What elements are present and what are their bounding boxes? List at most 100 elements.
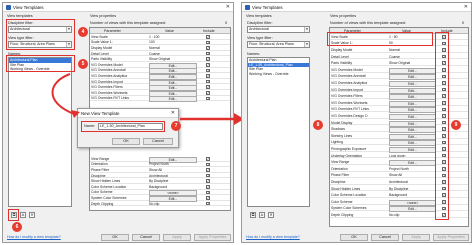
new-ok-button[interactable]: OK: [112, 138, 140, 145]
list-item[interactable]: Working Views - Override: [248, 72, 309, 77]
param-cell: Display Model: [331, 47, 353, 52]
param-cell: V/G Overrides Design O: [331, 113, 368, 118]
value-cell[interactable]: Coarse: [149, 52, 197, 56]
table-row[interactable]: V/G Overrides RVT Links Edit... ✓: [90, 96, 230, 103]
include-checkbox[interactable]: ✓: [206, 190, 210, 195]
right-apply-button[interactable]: Apply: [402, 234, 430, 241]
rename-icon[interactable]: A: [20, 212, 26, 218]
value-cell[interactable]: By Discipline: [389, 187, 436, 191]
param-cell: Show Hidden Lines: [331, 186, 361, 191]
delete-icon[interactable]: ✕: [268, 212, 274, 218]
left-assigned-value: 0: [225, 21, 228, 25]
include-checkbox[interactable]: ✓: [206, 68, 210, 73]
right-apply-properties-button[interactable]: Apply Properties: [433, 234, 469, 241]
value-cell[interactable]: No clip: [389, 213, 436, 217]
param-cell: Color Scheme Location: [331, 193, 367, 198]
right-cancel-button[interactable]: Cancel: [371, 234, 399, 241]
include-checkbox[interactable]: ✓: [206, 162, 210, 167]
left-title: View Templates: [13, 5, 44, 10]
right-ok-button[interactable]: OK: [340, 234, 368, 241]
include-checkbox[interactable]: ✓: [206, 179, 210, 183]
include-checkbox[interactable]: ✓: [206, 201, 210, 206]
param-cell: Orientation: [331, 166, 348, 171]
include-checkbox[interactable]: ✓: [206, 79, 210, 84]
value-cell[interactable]: Show Original: [389, 61, 436, 65]
value-cell[interactable]: Show All: [149, 168, 197, 172]
value-cell[interactable]: 100: [149, 40, 197, 44]
param-cell: Color Scheme: [331, 199, 353, 204]
right-discipline-select[interactable]: Architectural ▼: [247, 26, 310, 33]
value-cell[interactable]: Project North: [149, 162, 197, 166]
include-checkbox[interactable]: ✓: [206, 157, 210, 161]
param-cell: System Color Schemes: [91, 195, 127, 200]
value-cell[interactable]: Look down: [389, 154, 436, 158]
right-viewtype-value: Floor, Structural, Area Plans: [249, 42, 294, 46]
right-help-link[interactable]: How do I modify a view template?: [246, 235, 300, 239]
arrow-icon: [51, 73, 80, 118]
left-cancel-button[interactable]: Cancel: [132, 234, 160, 241]
param-cell: View Range: [91, 156, 110, 161]
include-checkbox[interactable]: ✓: [206, 35, 210, 39]
include-checkbox[interactable]: ✓: [206, 51, 210, 56]
include-checkbox[interactable]: ✓: [206, 185, 210, 189]
param-cell: View Range: [331, 160, 350, 165]
include-checkbox[interactable]: ✓: [206, 40, 210, 45]
left-ok-button[interactable]: OK: [101, 234, 129, 241]
right-assigned-value: 0: [462, 21, 465, 25]
right-viewtype-select[interactable]: Floor, Structural, Area Plans ▼: [247, 41, 310, 48]
param-cell: Orientation: [91, 162, 108, 167]
include-checkbox[interactable]: ✓: [206, 168, 210, 172]
value-cell[interactable]: Background: [389, 193, 436, 197]
include-checkbox[interactable]: ✓: [206, 96, 210, 101]
param-cell: V/G Overrides Analytica: [331, 80, 367, 85]
value-cell[interactable]: 1 : 100: [149, 35, 197, 39]
include-checkbox[interactable]: ✓: [206, 91, 210, 95]
value-cell[interactable]: No clip: [149, 202, 197, 206]
include-checkbox[interactable]: ✓: [206, 196, 210, 200]
close-icon[interactable]: ✕: [464, 4, 468, 10]
revit-app-icon: [6, 5, 11, 10]
param-cell: Parts Visibility: [91, 57, 113, 62]
left-assigned-label: Number of views with this template assig…: [90, 21, 166, 25]
include-checkbox[interactable]: ✓: [206, 74, 210, 78]
scale-highlight: [327, 32, 433, 46]
close-icon[interactable]: ✕: [226, 4, 230, 10]
value-cell[interactable]: Project North: [389, 167, 436, 171]
include-checkbox[interactable]: ✓: [206, 46, 210, 50]
value-cell[interactable]: Edit...: [149, 96, 197, 103]
value-cell[interactable]: Coarse: [389, 55, 436, 59]
col-include: Include: [203, 29, 215, 33]
rename-icon[interactable]: A: [259, 212, 265, 218]
delete-icon[interactable]: ✕: [29, 212, 35, 218]
include-highlight: [435, 32, 449, 220]
include-checkbox[interactable]: ✓: [206, 63, 210, 67]
value-cell[interactable]: Show All: [389, 173, 436, 177]
param-cell: V/G Overrides Model: [91, 62, 123, 67]
param-cell: V/G Overrides Import: [91, 79, 124, 84]
table-row[interactable]: Depth Clipping No clip ✓: [90, 201, 230, 207]
include-checkbox[interactable]: ✓: [206, 57, 210, 61]
duplicate-icon[interactable]: ⧉: [250, 212, 256, 218]
close-icon[interactable]: ✕: [171, 110, 175, 116]
value-cell[interactable]: Architectural: [149, 174, 197, 178]
value-cell[interactable]: Normal: [149, 46, 197, 50]
value-cell[interactable]: Background: [149, 185, 197, 189]
value-cell[interactable]: Show Original: [149, 57, 197, 61]
left-help-link[interactable]: How do I modify a view template?: [7, 235, 61, 239]
value-cell[interactable]: Normal: [389, 48, 436, 52]
right-view-templates-dialog: View Templates ✕ View templates Discipli…: [241, 2, 472, 243]
param-cell: Phase Filter: [331, 173, 350, 178]
left-apply-properties-button[interactable]: Apply Properties: [194, 234, 231, 241]
names-highlight: [6, 55, 75, 72]
include-checkbox[interactable]: ✓: [206, 85, 210, 89]
left-apply-button[interactable]: Apply: [163, 234, 191, 241]
value-cell[interactable]: Architectural: [389, 180, 436, 184]
new-cancel-button[interactable]: Cancel: [143, 138, 173, 145]
param-cell: Discipline: [331, 179, 346, 184]
right-names-list[interactable]: Architectural Plan LE_1-50_Architectural…: [247, 57, 310, 207]
right-templates-label: View templates: [246, 14, 272, 18]
param-cell: V/G Overrides Filters: [91, 85, 123, 90]
step-badge-5: 5: [78, 59, 88, 69]
include-checkbox[interactable]: ✓: [206, 173, 210, 178]
value-cell[interactable]: By Discipline: [149, 179, 197, 183]
